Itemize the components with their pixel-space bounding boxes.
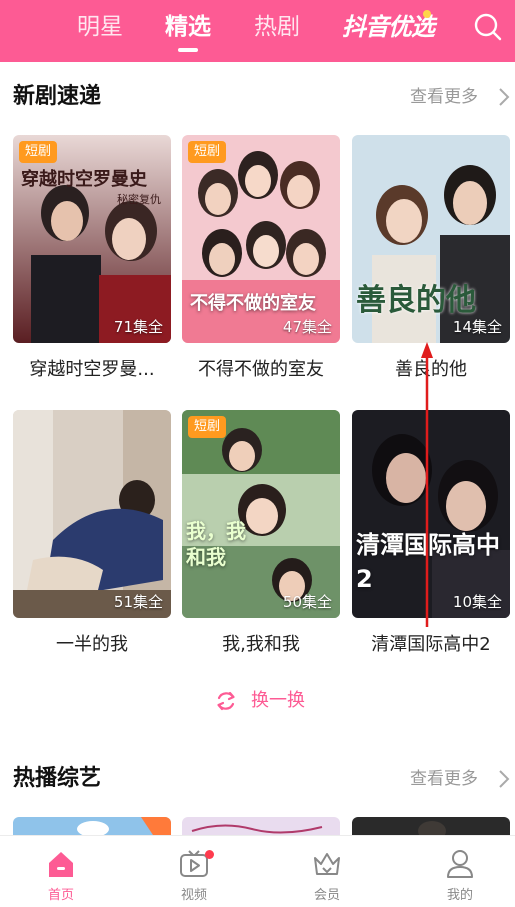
user-icon bbox=[447, 850, 473, 878]
search-icon[interactable] bbox=[473, 12, 503, 42]
drama-name[interactable]: 清潭国际高中2 bbox=[346, 632, 515, 658]
short-drama-badge: 短剧 bbox=[19, 141, 58, 163]
poster-image bbox=[13, 410, 171, 618]
chevron-right-icon[interactable] bbox=[497, 86, 511, 108]
drama-name[interactable]: 我,我和我 bbox=[176, 632, 346, 658]
nav-vip[interactable]: 会员 bbox=[287, 836, 367, 907]
nav-label: 视频 bbox=[180, 888, 207, 903]
episode-count: 14集全 bbox=[452, 318, 502, 336]
drama-card[interactable]: 短剧 我，我和我 50集全 bbox=[182, 410, 340, 618]
nav-label: 我的 bbox=[446, 888, 473, 903]
active-tab-indicator bbox=[178, 48, 198, 52]
episode-count: 50集全 bbox=[282, 593, 332, 611]
variety-card[interactable] bbox=[182, 817, 340, 835]
poster-subtitle: 秘密复仇 bbox=[117, 193, 161, 206]
app-root: 明星 精选 热剧 抖音优选 新剧速递 查看更多 短剧 穿越时空罗曼史 秘密复仇 … bbox=[0, 0, 515, 907]
drama-card[interactable]: 51集全 bbox=[13, 410, 171, 618]
nav-video[interactable]: 视频 bbox=[154, 836, 234, 907]
nav-mine[interactable]: 我的 bbox=[420, 836, 500, 907]
drama-name[interactable]: 善良的他 bbox=[346, 357, 515, 383]
brand-logo[interactable]: 抖音优选 bbox=[342, 10, 435, 44]
tab-hot-dramas[interactable]: 热剧 bbox=[251, 10, 303, 44]
episode-count: 10集全 bbox=[452, 593, 502, 611]
poster-title: 穿越时空罗曼史 bbox=[21, 169, 147, 190]
poster-title: 善良的他 bbox=[356, 283, 476, 318]
drama-name[interactable]: 不得不做的室友 bbox=[176, 357, 346, 383]
home-icon bbox=[49, 852, 73, 877]
poster-title: 我，我和我 bbox=[186, 519, 246, 569]
crown-icon bbox=[314, 853, 340, 875]
nav-label: 首页 bbox=[47, 888, 74, 903]
sparkle-icon bbox=[423, 10, 431, 18]
poster-image bbox=[182, 817, 340, 835]
poster-image bbox=[352, 817, 510, 835]
refresh-button[interactable]: 换一换 bbox=[251, 688, 305, 714]
drama-card[interactable]: 清潭国际高中2 10集全 bbox=[352, 410, 510, 618]
episode-count: 51集全 bbox=[113, 593, 163, 611]
poster-title: 不得不做的室友 bbox=[190, 293, 316, 314]
see-more-new-dramas[interactable]: 查看更多 bbox=[410, 84, 478, 110]
episode-count: 71集全 bbox=[113, 318, 163, 336]
drama-card[interactable]: 短剧 不得不做的室友 47集全 bbox=[182, 135, 340, 343]
poster-image bbox=[182, 410, 340, 618]
nav-home[interactable]: 首页 bbox=[21, 836, 101, 907]
poster-title: 清潭国际高中2 bbox=[356, 531, 500, 593]
nav-label: 会员 bbox=[313, 888, 340, 903]
tab-stars[interactable]: 明星 bbox=[74, 10, 126, 44]
episode-count: 47集全 bbox=[282, 318, 332, 336]
variety-card[interactable] bbox=[13, 817, 171, 835]
chevron-right-icon[interactable] bbox=[497, 768, 511, 790]
section-title-variety: 热播综艺 bbox=[13, 766, 102, 791]
variety-card[interactable] bbox=[352, 817, 510, 835]
short-drama-badge: 短剧 bbox=[188, 141, 227, 163]
section-title-new-dramas: 新剧速递 bbox=[13, 84, 102, 109]
poster-image bbox=[13, 817, 171, 835]
short-drama-badge: 短剧 bbox=[188, 416, 227, 438]
tab-featured[interactable]: 精选 bbox=[162, 10, 214, 44]
drama-name[interactable]: 一半的我 bbox=[7, 632, 177, 658]
see-more-variety[interactable]: 查看更多 bbox=[410, 766, 478, 792]
top-bar: 明星 精选 热剧 抖音优选 bbox=[0, 0, 515, 62]
drama-card[interactable]: 善良的他 14集全 bbox=[352, 135, 510, 343]
refresh-icon[interactable] bbox=[214, 689, 238, 713]
bottom-nav: 首页 视频 会员 我的 bbox=[0, 835, 515, 907]
drama-name[interactable]: 穿越时空罗曼... bbox=[7, 357, 177, 383]
notification-dot bbox=[205, 850, 214, 859]
drama-card[interactable]: 短剧 穿越时空罗曼史 秘密复仇 71集全 bbox=[13, 135, 171, 343]
